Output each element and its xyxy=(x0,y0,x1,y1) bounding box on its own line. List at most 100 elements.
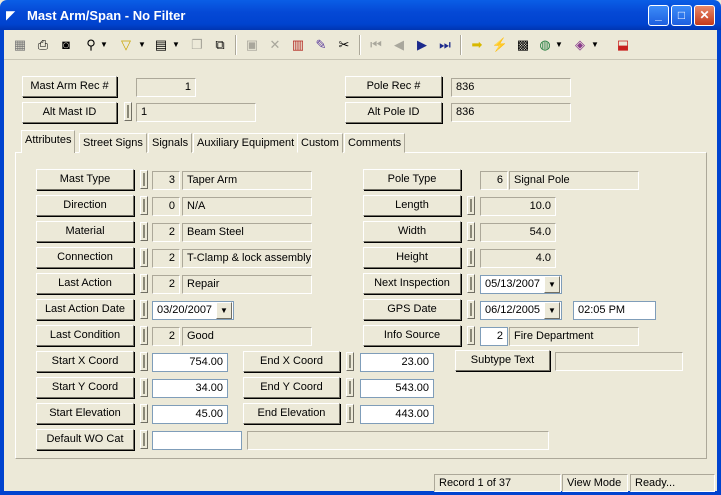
info-source-lock[interactable] xyxy=(467,326,475,345)
minimize-button[interactable]: _ xyxy=(648,5,669,26)
map-icon[interactable]: ▩ xyxy=(512,34,534,56)
library-dropdown-icon[interactable]: ▼ xyxy=(589,34,601,56)
start-x-coord-button[interactable]: Start X Coord xyxy=(36,351,134,372)
gps-time-field[interactable]: 02:05 PM xyxy=(573,301,656,320)
material-code[interactable]: 2 xyxy=(152,223,180,242)
gps-date-dropdown-icon[interactable]: ▼ xyxy=(544,302,560,319)
default-wo-cat-field[interactable] xyxy=(152,431,242,450)
report-icon[interactable]: ▤ xyxy=(150,34,172,56)
paste-icon[interactable]: ⧉ xyxy=(209,34,231,56)
default-wo-cat-lock[interactable] xyxy=(140,430,148,449)
maximize-button[interactable]: □ xyxy=(671,5,692,26)
width-button[interactable]: Width xyxy=(363,221,461,242)
last-record-icon[interactable]: ⏭ xyxy=(434,34,456,56)
length-field[interactable]: 10.0 xyxy=(480,197,556,216)
direction-code[interactable]: 0 xyxy=(152,197,180,216)
height-field[interactable]: 4.0 xyxy=(480,249,556,268)
tab-signals[interactable]: Signals xyxy=(148,133,193,153)
arrow-right-icon[interactable]: ➡ xyxy=(466,34,488,56)
last-action-date-dropdown-icon[interactable]: ▼ xyxy=(216,302,232,319)
last-condition-code[interactable]: 2 xyxy=(152,327,180,346)
width-lock[interactable] xyxy=(467,222,475,241)
filter-dropdown-icon[interactable]: ▼ xyxy=(136,34,148,56)
start-x-coord-field[interactable]: 754.00 xyxy=(152,353,228,372)
edit-icon[interactable]: ✎ xyxy=(310,34,332,56)
pole-type-button[interactable]: Pole Type xyxy=(363,169,461,190)
alt-mast-id-lock[interactable] xyxy=(124,102,132,121)
tab-auxiliary-equipment[interactable]: Auxiliary Equipment xyxy=(193,133,299,153)
last-condition-lock[interactable] xyxy=(140,326,148,345)
connection-button[interactable]: Connection xyxy=(36,247,134,268)
mast-arm-rec-button[interactable]: Mast Arm Rec # xyxy=(22,76,117,97)
last-action-lock[interactable] xyxy=(140,274,148,293)
start-x-coord-lock[interactable] xyxy=(140,352,148,371)
connection-code[interactable]: 2 xyxy=(152,249,180,268)
subtype-text-button[interactable]: Subtype Text xyxy=(455,350,550,371)
start-y-coord-lock[interactable] xyxy=(140,378,148,397)
delete-icon[interactable]: ✕ xyxy=(264,34,286,56)
next-inspection-button[interactable]: Next Inspection xyxy=(363,273,461,294)
default-wo-cat-button[interactable]: Default WO Cat xyxy=(36,429,134,450)
save-icon[interactable]: ▣ xyxy=(241,34,263,56)
tab-comments[interactable]: Comments xyxy=(344,133,406,153)
direction-button[interactable]: Direction xyxy=(36,195,134,216)
binoculars-dropdown-icon[interactable]: ▼ xyxy=(98,34,110,56)
lightning-icon[interactable]: ⚡ xyxy=(489,34,511,56)
close-button[interactable]: ✕ xyxy=(694,5,715,26)
next-inspection-lock[interactable] xyxy=(467,274,475,293)
last-action-date-lock[interactable] xyxy=(140,300,148,319)
end-x-coord-field[interactable]: 23.00 xyxy=(360,353,434,372)
mast-type-code[interactable]: 3 xyxy=(152,171,180,190)
info-source-button[interactable]: Info Source xyxy=(363,325,461,346)
tab-attributes[interactable]: Attributes xyxy=(21,130,76,153)
end-elevation-lock[interactable] xyxy=(346,404,354,423)
length-lock[interactable] xyxy=(467,196,475,215)
last-action-date-button[interactable]: Last Action Date xyxy=(36,299,134,320)
app-icon[interactable]: ◤ xyxy=(6,8,20,22)
connection-lock[interactable] xyxy=(140,248,148,267)
end-x-coord-button[interactable]: End X Coord xyxy=(243,351,340,372)
height-button[interactable]: Height xyxy=(363,247,461,268)
last-action-button[interactable]: Last Action xyxy=(36,273,134,294)
first-record-icon[interactable]: ⏮ xyxy=(365,34,387,56)
end-y-coord-field[interactable]: 543.00 xyxy=(360,379,434,398)
cut-icon[interactable]: ✂ xyxy=(333,34,355,56)
previous-record-icon[interactable]: ◀ xyxy=(388,34,410,56)
alt-mast-id-button[interactable]: Alt Mast ID xyxy=(22,102,117,123)
next-inspection-dropdown-icon[interactable]: ▼ xyxy=(544,276,560,293)
alt-mast-id-field[interactable]: 1 xyxy=(136,103,256,122)
end-elevation-button[interactable]: End Elevation xyxy=(243,403,340,424)
gps-date-button[interactable]: GPS Date xyxy=(363,299,461,320)
report-dropdown-icon[interactable]: ▼ xyxy=(170,34,182,56)
print-icon[interactable]: ⎙ xyxy=(32,34,54,56)
info-source-code[interactable]: 2 xyxy=(480,327,508,346)
width-field[interactable]: 54.0 xyxy=(480,223,556,242)
next-record-icon[interactable]: ▶ xyxy=(411,34,433,56)
grid-icon[interactable]: ▦ xyxy=(9,34,31,56)
last-condition-button[interactable]: Last Condition xyxy=(36,325,134,346)
height-lock[interactable] xyxy=(467,248,475,267)
mast-type-button[interactable]: Mast Type xyxy=(36,169,134,190)
filter-icon[interactable]: ▽ xyxy=(115,34,137,56)
books-icon[interactable]: ▥ xyxy=(287,34,309,56)
material-lock[interactable] xyxy=(140,222,148,241)
gps-date-lock[interactable] xyxy=(467,300,475,319)
tab-custom[interactable]: Custom xyxy=(297,133,343,153)
mast-type-lock[interactable] xyxy=(140,170,148,189)
pole-rec-button[interactable]: Pole Rec # xyxy=(345,76,442,97)
start-elevation-field[interactable]: 45.00 xyxy=(152,405,228,424)
exit-icon[interactable]: ⬓ xyxy=(612,34,634,56)
direction-lock[interactable] xyxy=(140,196,148,215)
end-y-coord-button[interactable]: End Y Coord xyxy=(243,377,340,398)
tab-street-signs[interactable]: Street Signs xyxy=(79,133,147,153)
length-button[interactable]: Length xyxy=(363,195,461,216)
start-elevation-lock[interactable] xyxy=(140,404,148,423)
copy-icon[interactable]: ❐ xyxy=(186,34,208,56)
library-icon[interactable]: ◈ xyxy=(569,34,591,56)
end-y-coord-lock[interactable] xyxy=(346,378,354,397)
start-y-coord-field[interactable]: 34.00 xyxy=(152,379,228,398)
start-elevation-button[interactable]: Start Elevation xyxy=(36,403,134,424)
end-elevation-field[interactable]: 443.00 xyxy=(360,405,434,424)
preview-icon[interactable]: ◙ xyxy=(55,34,77,56)
material-button[interactable]: Material xyxy=(36,221,134,242)
